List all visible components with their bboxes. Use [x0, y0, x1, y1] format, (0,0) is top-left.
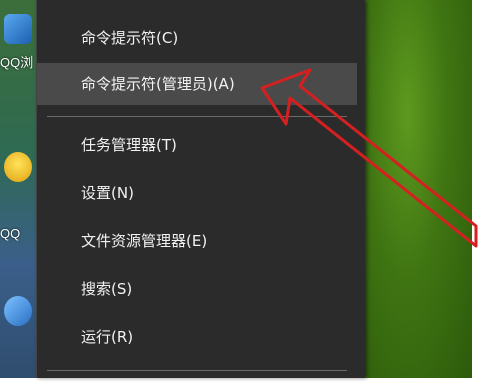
menu-item-settings[interactable]: 设置(N): [37, 172, 357, 214]
menu-item-run[interactable]: 运行(R): [37, 316, 357, 358]
winx-context-menu: 命令提示符(C) 命令提示符(管理员)(A) 任务管理器(T) 设置(N) 文件…: [36, 0, 365, 378]
image-border: [472, 0, 480, 388]
desktop-wallpaper: [364, 0, 472, 378]
desktop-app-icon[interactable]: [4, 296, 32, 326]
menu-separator: [47, 370, 347, 371]
desktop-left-strip: QQ浏 QQ: [0, 0, 36, 378]
menu-item-command-prompt[interactable]: 命令提示符(C): [37, 17, 357, 59]
menu-item-task-manager[interactable]: 任务管理器(T): [37, 124, 357, 166]
menu-item-file-explorer[interactable]: 文件资源管理器(E): [37, 220, 357, 262]
image-border: [0, 378, 480, 388]
desktop-app-icon[interactable]: [4, 14, 32, 44]
menu-item-search[interactable]: 搜索(S): [37, 268, 357, 310]
desktop-icon-label: QQ: [0, 226, 21, 241]
desktop-icon-label: QQ浏: [0, 55, 34, 70]
menu-separator: [47, 116, 347, 117]
menu-item-command-prompt-admin[interactable]: 命令提示符(管理员)(A): [37, 63, 357, 105]
qq-browser-icon[interactable]: [4, 152, 32, 182]
